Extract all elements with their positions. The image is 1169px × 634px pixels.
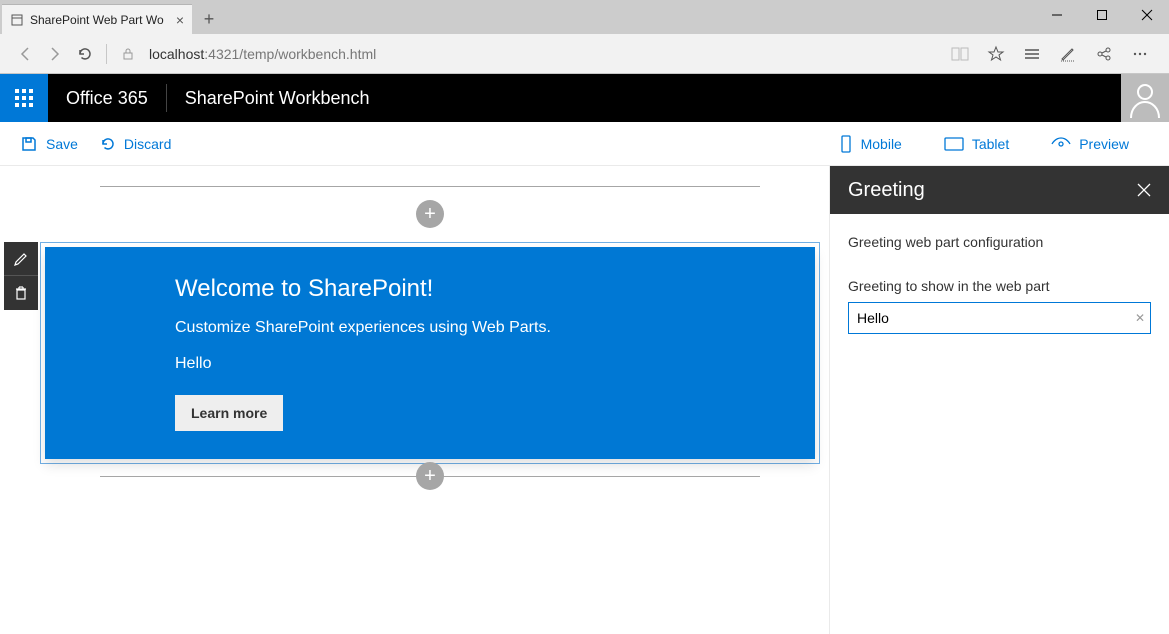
tablet-icon xyxy=(944,136,964,152)
save-label: Save xyxy=(46,136,78,152)
tab-title: SharePoint Web Part Wo xyxy=(30,13,170,27)
discard-label: Discard xyxy=(124,136,171,152)
back-button[interactable] xyxy=(10,39,40,69)
learn-more-label: Learn more xyxy=(191,405,267,421)
save-button[interactable]: Save xyxy=(20,135,78,153)
discard-button[interactable]: Discard xyxy=(98,135,171,153)
user-avatar[interactable] xyxy=(1121,74,1169,122)
reading-view-icon[interactable] xyxy=(949,43,971,65)
address-bar[interactable]: localhost:4321/temp/workbench.html xyxy=(149,46,949,62)
share-icon[interactable] xyxy=(1093,43,1115,65)
webpart-subtitle: Customize SharePoint experiences using W… xyxy=(175,319,685,337)
page-icon xyxy=(10,13,24,27)
webpart-title: Welcome to SharePoint! xyxy=(175,275,685,303)
add-webpart-button[interactable]: + xyxy=(416,200,444,228)
waffle-icon xyxy=(15,89,33,107)
webpart-selection[interactable]: Welcome to SharePoint! Customize SharePo… xyxy=(40,242,820,464)
delete-webpart-button[interactable] xyxy=(4,276,38,310)
more-icon[interactable] xyxy=(1129,43,1151,65)
divider xyxy=(100,186,760,187)
undo-icon xyxy=(98,135,116,153)
pane-description: Greeting web part configuration xyxy=(848,234,1151,250)
maximize-button[interactable] xyxy=(1079,0,1124,30)
tablet-label: Tablet xyxy=(972,136,1009,152)
forward-button[interactable] xyxy=(40,39,70,69)
pane-title: Greeting xyxy=(848,179,925,202)
new-tab-button[interactable]: + xyxy=(192,4,226,34)
hub-icon[interactable] xyxy=(1021,43,1043,65)
favorite-icon[interactable] xyxy=(985,43,1007,65)
browser-tab[interactable]: SharePoint Web Part Wo × xyxy=(2,4,192,34)
separator xyxy=(106,44,107,64)
save-icon xyxy=(20,135,38,153)
preview-button[interactable]: Preview xyxy=(1051,135,1129,153)
mobile-button[interactable]: Mobile xyxy=(839,135,902,153)
mobile-label: Mobile xyxy=(861,136,902,152)
refresh-button[interactable] xyxy=(70,39,100,69)
add-webpart-button[interactable]: + xyxy=(416,462,444,490)
url-path: :4321/temp/workbench.html xyxy=(204,46,376,62)
minimize-button[interactable] xyxy=(1034,0,1079,30)
clear-input-icon[interactable]: ✕ xyxy=(1135,311,1145,325)
webpart-greeting: Hello xyxy=(175,355,685,373)
close-tab-icon[interactable]: × xyxy=(176,12,184,28)
lock-icon xyxy=(113,39,143,69)
greeting-input[interactable] xyxy=(848,302,1151,334)
webpart-toolbar xyxy=(4,242,38,310)
preview-label: Preview xyxy=(1079,136,1129,152)
close-pane-button[interactable] xyxy=(1137,183,1151,197)
url-host: localhost xyxy=(149,46,204,62)
learn-more-button[interactable]: Learn more xyxy=(175,395,283,431)
app-launcher-button[interactable] xyxy=(0,74,48,122)
greeting-webpart: Welcome to SharePoint! Customize SharePo… xyxy=(45,247,815,459)
mobile-icon xyxy=(839,135,853,153)
brand-name[interactable]: Office 365 xyxy=(48,88,166,109)
notes-icon[interactable] xyxy=(1057,43,1079,65)
preview-icon xyxy=(1051,137,1071,151)
edit-webpart-button[interactable] xyxy=(4,242,38,276)
close-window-button[interactable] xyxy=(1124,0,1169,30)
tablet-button[interactable]: Tablet xyxy=(944,135,1009,153)
app-name: SharePoint Workbench xyxy=(167,88,388,109)
greeting-field-label: Greeting to show in the web part xyxy=(848,278,1151,294)
